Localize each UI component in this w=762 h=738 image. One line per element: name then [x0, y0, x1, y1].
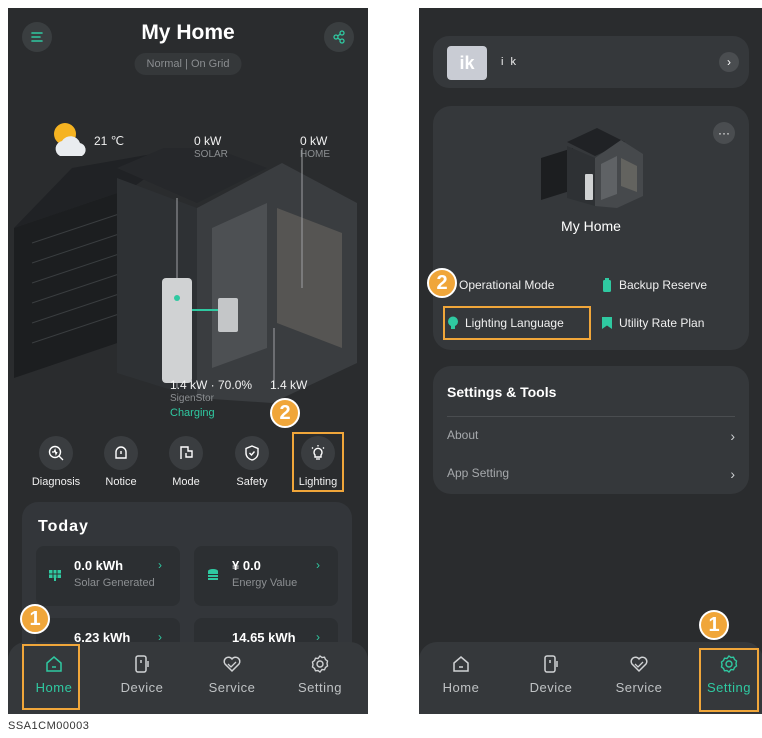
notice-label: Notice: [105, 476, 137, 488]
today-title: Today: [38, 518, 89, 535]
solar-panel-icon: [49, 570, 61, 581]
divider: [447, 416, 735, 417]
device-icon: [544, 655, 558, 673]
tab-service-label: Service: [615, 680, 663, 695]
tab-setting-label: Setting: [298, 680, 342, 695]
solar-generated-value: 0.0 kWh: [74, 558, 124, 573]
about-label: About: [447, 428, 479, 442]
safety-label: Safety: [236, 476, 268, 488]
mode-label: Mode: [172, 476, 200, 488]
share-icon: [333, 30, 345, 44]
chevron-right-icon: ›: [719, 52, 739, 72]
battery-name: SigenStor: [170, 393, 214, 404]
service-icon: [223, 656, 241, 673]
tab-device-label: Device: [120, 680, 164, 695]
home-card: ··· My Home Operational Mode Backup Rese…: [427, 106, 749, 350]
tab-service-label: Service: [208, 680, 256, 695]
mode-action[interactable]: Mode: [158, 436, 214, 488]
chevron-right-icon: ›: [730, 466, 735, 482]
service-icon: [630, 656, 648, 673]
energy-value-stat[interactable]: ¥ 0.0 Energy Value ›: [194, 546, 338, 606]
about-row[interactable]: About ›: [447, 428, 735, 448]
home-value: 0 kW: [300, 134, 328, 148]
page-title: My Home: [141, 21, 235, 44]
app-setting-row[interactable]: App Setting ›: [447, 466, 735, 486]
setting-tab-highlight: [699, 648, 759, 712]
solar-generated-stat[interactable]: 0.0 kWh Solar Generated ›: [36, 546, 180, 606]
grid-value: 1.4 kW: [270, 378, 308, 392]
coin-stack-icon: [208, 569, 218, 580]
user-name: i k: [501, 56, 518, 68]
energy-value-value: ¥ 0.0: [232, 558, 261, 573]
backup-reserve-item[interactable]: Backup Reserve: [601, 278, 707, 292]
safety-action[interactable]: Safety: [224, 436, 280, 488]
device-icon: [135, 655, 149, 673]
operational-mode-item[interactable]: Operational Mode: [459, 278, 554, 292]
mode-icon: [180, 446, 193, 459]
settings-tools-card: Settings & Tools About › App Setting ›: [433, 366, 749, 494]
gear-icon: [311, 655, 329, 673]
app-setting-label: App Setting: [447, 466, 510, 480]
status-badge: Normal | On Grid: [134, 53, 242, 75]
more-button[interactable]: ···: [713, 122, 735, 144]
solar-value: 0 kW: [194, 134, 222, 148]
backup-reserve-label: Backup Reserve: [619, 278, 708, 292]
battery-icon: [603, 278, 611, 292]
chevron-right-icon: ›: [316, 558, 320, 572]
avatar: ik: [447, 46, 487, 80]
battery-state: Charging: [170, 407, 215, 419]
tab-setting[interactable]: Setting: [288, 654, 352, 695]
notice-action[interactable]: Notice: [93, 436, 149, 488]
safety-icon: [245, 445, 259, 461]
utility-rate-plan-label: Utility Rate Plan: [619, 316, 705, 330]
operational-mode-label: Operational Mode: [459, 278, 555, 292]
battery-value: 1.4 kW · 70.0%: [170, 378, 253, 392]
diagnosis-action[interactable]: Diagnosis: [28, 436, 84, 488]
bookmark-icon: [602, 317, 612, 329]
home-icon: [453, 656, 469, 672]
home-label: HOME: [300, 149, 330, 160]
diagnosis-label: Diagnosis: [31, 476, 81, 488]
temperature: 21 ℃: [94, 134, 125, 148]
tab-home-label: Home: [442, 680, 480, 695]
tab-device[interactable]: Device: [110, 654, 174, 695]
setting-screen: ik i k › ··· My Home Operational Mode Ba…: [419, 8, 762, 714]
chevron-right-icon: ›: [158, 558, 162, 572]
step-2-badge: 2: [270, 398, 300, 428]
share-button[interactable]: [324, 22, 354, 52]
tab-service[interactable]: Service: [200, 654, 264, 695]
home-flow: 0 kW HOME: [300, 134, 330, 162]
home-tab-highlight: [22, 644, 80, 710]
tab-home[interactable]: Home: [429, 654, 493, 695]
home-screen: My Home Normal | On Grid 21 ℃ 0 kW SOLAR…: [8, 8, 368, 714]
battery-flow: 1.4 kW · 70.0% SigenStor Charging: [170, 378, 252, 420]
solar-generated-caption: Solar Generated: [74, 577, 155, 589]
tab-device[interactable]: Device: [519, 654, 583, 695]
lighting-language-highlight: [443, 306, 591, 340]
step-1-badge: 1: [699, 610, 729, 640]
chevron-right-icon: ›: [730, 428, 735, 444]
tab-service[interactable]: Service: [607, 654, 671, 695]
step-2-badge: 2: [427, 268, 457, 298]
solar-label: SOLAR: [194, 149, 228, 160]
lighting-highlight: [292, 432, 344, 492]
diagnosis-icon: [48, 445, 64, 461]
home-name: My Home: [561, 218, 621, 234]
house-thumbnail: [541, 128, 643, 208]
settings-tools-title: Settings & Tools: [447, 384, 557, 400]
tab-device-label: Device: [529, 680, 573, 695]
energy-value-caption: Energy Value: [232, 577, 298, 589]
notice-icon: [115, 446, 127, 459]
utility-rate-plan-item[interactable]: Utility Rate Plan: [601, 316, 704, 330]
figure-caption: SSA1CM00003: [8, 720, 90, 732]
step-1-badge: 1: [20, 604, 50, 634]
solar-flow: 0 kW SOLAR: [194, 134, 228, 162]
user-card[interactable]: ik i k ›: [433, 36, 749, 88]
grid-flow: 1.4 kW: [270, 378, 307, 392]
